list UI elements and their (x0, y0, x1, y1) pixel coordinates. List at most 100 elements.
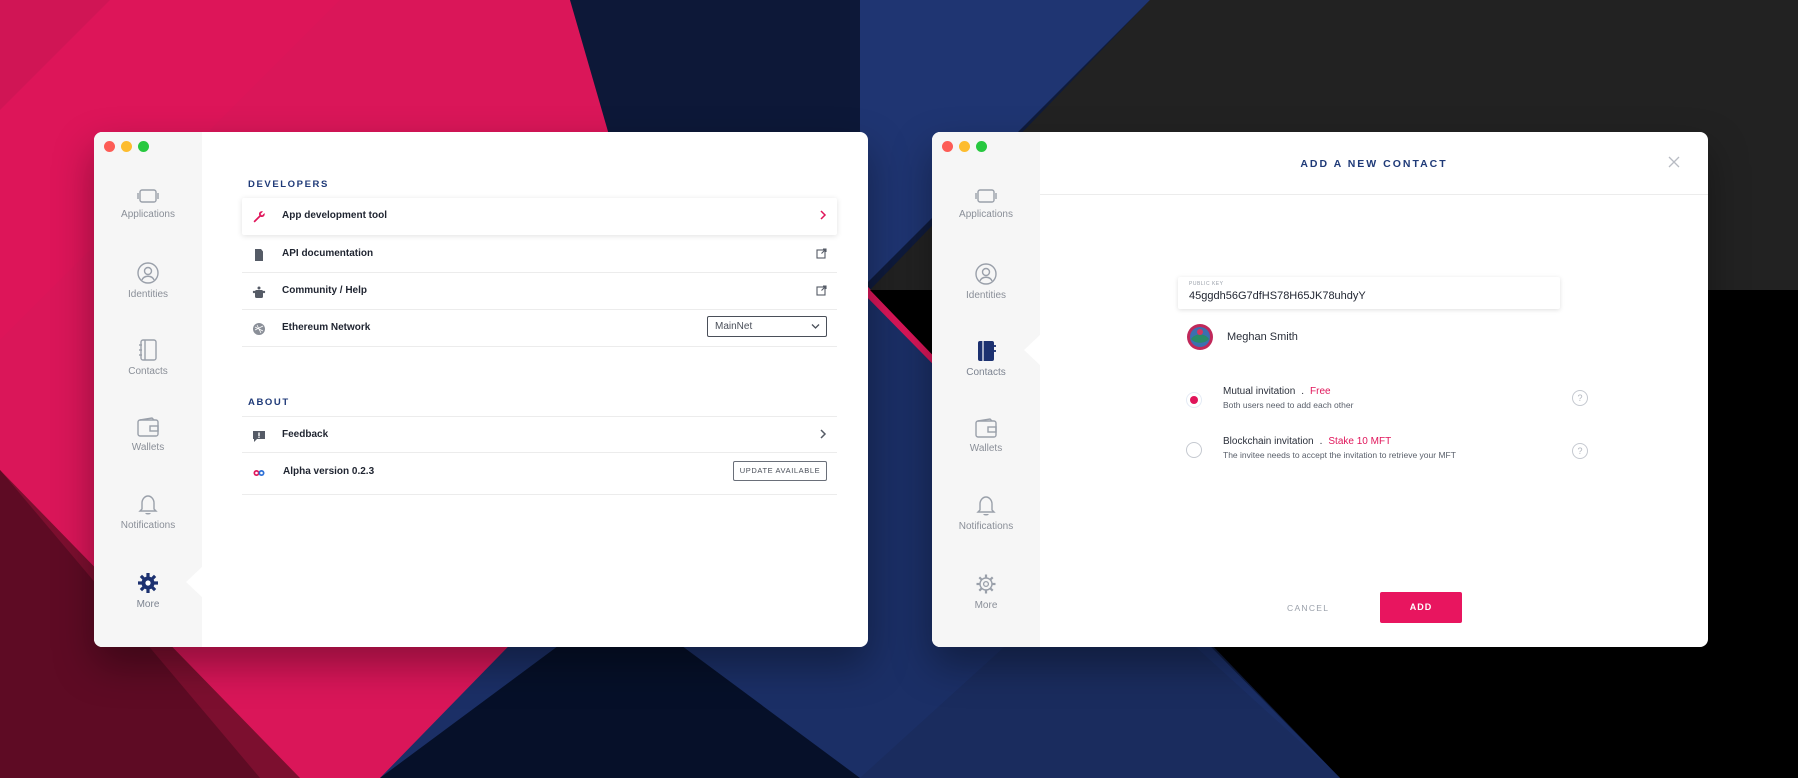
row-label: Feedback (282, 429, 329, 440)
row-alpha-version: Alpha version 0.2.3 UPDATE AVAILABLE (242, 454, 837, 495)
minimize-window-button[interactable] (121, 141, 132, 152)
chevron-right-icon (820, 210, 827, 220)
sidebar-item-label: More (136, 599, 160, 610)
close-window-button[interactable] (104, 141, 115, 152)
option-price: Free (1310, 386, 1331, 397)
contact-preview: Meghan Smith (1187, 324, 1298, 350)
sidebar-item-wallets[interactable]: Wallets (94, 417, 202, 453)
sidebar-item-identities[interactable]: Identities (932, 263, 1040, 301)
chevron-down-icon (811, 324, 820, 329)
wallet-icon (975, 418, 997, 438)
external-link-icon[interactable] (816, 285, 827, 296)
update-available-button[interactable]: UPDATE AVAILABLE (733, 461, 827, 481)
row-label: Ethereum Network (282, 322, 371, 333)
sidebar-item-label: Wallets (131, 442, 165, 453)
add-contact-modal: ADD A NEW CONTACT PUBLIC KEY 45ggdh56G7d… (1040, 132, 1708, 647)
window-controls (942, 141, 987, 152)
row-label: App development tool (282, 210, 387, 221)
public-key-value: 45ggdh56G7dfHS78H65JK78uhdyY (1189, 290, 1366, 302)
option-label: Mutual invitation (1223, 386, 1296, 397)
sidebar-item-label: Notifications (120, 520, 176, 531)
option-title: Mutual invitation. Free (1223, 386, 1331, 397)
sidebar-item-label: Identities (965, 290, 1007, 301)
radio-blockchain-invitation[interactable] (1186, 442, 1202, 458)
sidebar-item-wallets[interactable]: Wallets (932, 418, 1040, 454)
row-label: Community / Help (282, 285, 368, 296)
add-button[interactable]: ADD (1380, 592, 1462, 623)
option-title: Blockchain invitation. Stake 10 MFT (1223, 436, 1391, 447)
wallet-icon (137, 417, 159, 437)
sidebar-item-label: Applications (959, 209, 1013, 220)
wrench-icon (253, 211, 265, 223)
add-contact-window: Applications Identities Contacts Wallets… (932, 132, 1708, 647)
close-window-button[interactable] (942, 141, 953, 152)
help-icon[interactable]: ? (1572, 390, 1588, 406)
minimize-window-button[interactable] (959, 141, 970, 152)
ethereum-network-select[interactable]: MainNet (707, 316, 827, 337)
option-description: Both users need to add each other (1223, 400, 1354, 410)
public-key-field[interactable]: PUBLIC KEY 45ggdh56G7dfHS78H65JK78uhdyY (1178, 277, 1560, 309)
sidebar-item-notifications[interactable]: Notifications (94, 493, 202, 531)
cancel-button[interactable]: CANCEL (1287, 603, 1329, 613)
sidebar-item-label: Identities (127, 289, 169, 300)
sidebar-item-applications[interactable]: Applications (94, 188, 202, 220)
logo-icon (253, 470, 265, 476)
public-key-caption: PUBLIC KEY (1189, 281, 1224, 287)
row-api-documentation[interactable]: API documentation (242, 236, 837, 273)
sidebar-item-label: Notifications (958, 521, 1014, 532)
maximize-window-button[interactable] (976, 141, 987, 152)
option-label: Blockchain invitation (1223, 436, 1314, 447)
row-app-development-tool[interactable]: App development tool (242, 198, 837, 235)
community-icon (252, 286, 266, 298)
sidebar-item-label: Contacts (128, 366, 168, 377)
divider (1040, 194, 1708, 195)
close-icon[interactable] (1666, 154, 1682, 170)
sidebar-item-applications[interactable]: Applications (932, 188, 1040, 220)
gear-icon (138, 573, 158, 593)
maximize-window-button[interactable] (138, 141, 149, 152)
sidebar: Applications Identities Contacts Wallets… (932, 132, 1042, 647)
help-icon[interactable]: ? (1572, 443, 1588, 459)
option-separator: . (1301, 386, 1305, 397)
option-separator: . (1319, 436, 1323, 447)
option-description: The invitee needs to accept the invitati… (1223, 450, 1456, 460)
applications-icon (975, 189, 997, 203)
row-community-help[interactable]: Community / Help (242, 273, 837, 310)
contacts-icon (978, 341, 996, 361)
sidebar-item-more[interactable]: More (932, 573, 1040, 611)
sidebar-item-label: Wallets (969, 443, 1003, 454)
option-mutual-invitation[interactable]: Mutual invitation. Free Both users need t… (1186, 386, 1566, 420)
identity-icon (137, 262, 159, 284)
row-feedback[interactable]: Feedback (242, 416, 837, 453)
window-controls (104, 141, 149, 152)
about-heading: ABOUT (248, 397, 290, 408)
sidebar: Applications Identities Contacts Wallets… (94, 132, 204, 647)
sidebar-item-notifications[interactable]: Notifications (932, 494, 1040, 532)
row-ethereum-network: Ethereum Network MainNet (242, 310, 837, 347)
external-link-icon[interactable] (816, 248, 827, 259)
contact-name: Meghan Smith (1227, 331, 1298, 343)
radio-mutual-invitation[interactable] (1186, 392, 1202, 408)
gear-icon (976, 574, 996, 594)
bell-icon (138, 495, 158, 515)
settings-window: Applications Identities Contacts Wallets… (94, 132, 868, 647)
modal-title: ADD A NEW CONTACT (1300, 158, 1448, 170)
sidebar-item-identities[interactable]: Identities (94, 262, 202, 300)
row-label: API documentation (282, 248, 374, 259)
sidebar-item-label: More (974, 600, 998, 611)
ethereum-icon (253, 323, 265, 335)
sidebar-item-contacts[interactable]: Contacts (94, 339, 202, 377)
settings-content: DEVELOPERS App development tool API docu… (202, 132, 868, 647)
sidebar-item-label: Applications (121, 209, 175, 220)
sidebar-item-label: Contacts (966, 367, 1006, 378)
contacts-icon (139, 339, 157, 361)
identity-icon (975, 263, 997, 285)
applications-icon (137, 189, 159, 203)
option-price: Stake 10 MFT (1328, 436, 1392, 447)
document-icon (255, 249, 263, 261)
select-value: MainNet (715, 321, 753, 332)
feedback-icon (253, 431, 265, 442)
option-blockchain-invitation[interactable]: Blockchain invitation. Stake 10 MFT The i… (1186, 436, 1566, 470)
avatar (1187, 324, 1213, 350)
chevron-right-icon (820, 429, 827, 439)
